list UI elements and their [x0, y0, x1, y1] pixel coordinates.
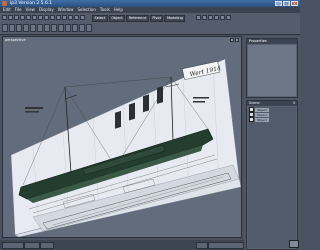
- funnel-3: [143, 94, 149, 113]
- minimize-icon[interactable]: _: [275, 1, 282, 6]
- delete-icon[interactable]: [50, 15, 55, 20]
- object-icon[interactable]: [23, 24, 29, 32]
- split-icon[interactable]: [51, 24, 57, 32]
- status-field-4: [196, 242, 208, 249]
- move-icon[interactable]: [196, 15, 201, 20]
- title-bar: ip3 Version 2.5.6.1 _ □ ×: [0, 0, 300, 7]
- grid-icon[interactable]: [56, 15, 61, 20]
- zoom-icon[interactable]: [214, 15, 219, 20]
- funnel-2: [129, 102, 135, 121]
- render-icon[interactable]: [68, 15, 73, 20]
- scene-item[interactable]: Object: [248, 117, 296, 122]
- bevel-icon[interactable]: [37, 24, 43, 32]
- scale-icon[interactable]: [208, 15, 213, 20]
- status-field-3: [40, 242, 54, 249]
- properties-panel: Properties: [246, 38, 298, 98]
- maximize-icon[interactable]: □: [283, 1, 290, 6]
- extrude-icon[interactable]: [30, 24, 36, 32]
- toolbar-group-file: [2, 15, 85, 20]
- tab-select[interactable]: Select: [92, 15, 108, 22]
- snap-icon[interactable]: [62, 15, 67, 20]
- sidebar-corner-button[interactable]: [289, 240, 299, 248]
- rotate-icon[interactable]: [202, 15, 207, 20]
- material-icon[interactable]: [79, 24, 85, 32]
- uv-icon[interactable]: [72, 24, 78, 32]
- pan-icon[interactable]: [220, 15, 225, 20]
- face-icon[interactable]: [16, 24, 22, 32]
- status-bar: [0, 240, 244, 250]
- scene-panel-header[interactable]: Scene 3: [247, 101, 297, 106]
- redo-icon[interactable]: [26, 15, 31, 20]
- window-title: ip3 Version 2.5.6.1: [10, 1, 53, 6]
- camera-icon[interactable]: [74, 15, 79, 20]
- scene-item-label: Object: [255, 112, 269, 117]
- funnel-1: [115, 110, 121, 129]
- tab-modeling[interactable]: Modeling: [164, 15, 186, 22]
- undo-icon[interactable]: [20, 15, 25, 20]
- window-controls: _ □ ×: [275, 1, 298, 6]
- light-icon[interactable]: [80, 15, 85, 20]
- scene-panel: Scene 3 Object Object Object: [246, 100, 298, 250]
- smooth-icon[interactable]: [65, 24, 71, 32]
- orbit-icon[interactable]: [226, 15, 231, 20]
- edge-icon[interactable]: [9, 24, 15, 32]
- scene-tree: Object Object Object: [248, 107, 296, 248]
- toolbar-row-2: [2, 24, 92, 32]
- close-icon[interactable]: ×: [291, 1, 298, 6]
- scene-panel-title: Scene: [249, 101, 260, 105]
- tab-reference[interactable]: Reference: [126, 15, 149, 22]
- cut-icon[interactable]: [32, 15, 37, 20]
- tab-object[interactable]: Object: [108, 15, 126, 22]
- vertex-icon[interactable]: [2, 24, 8, 32]
- app-icon: [2, 1, 7, 6]
- mirror-icon[interactable]: [58, 24, 64, 32]
- right-sidebar: Properties Scene 3 Object Object Object: [244, 36, 300, 250]
- scene-item-label: Object: [255, 117, 269, 122]
- copy-icon[interactable]: [38, 15, 43, 20]
- save-icon[interactable]: [14, 15, 19, 20]
- viewport-3d[interactable]: perspective Wert 1914: [2, 36, 242, 238]
- ship-blueprint-scene: Wert 1914: [10, 58, 241, 237]
- status-field-1: [2, 242, 24, 249]
- properties-panel-header[interactable]: Properties: [247, 39, 297, 44]
- open-icon[interactable]: [8, 15, 13, 20]
- toolbar: Select Object Reference Pivot Modeling: [0, 13, 300, 35]
- scene-item-label: Object: [255, 107, 269, 112]
- texture-icon[interactable]: [86, 24, 92, 32]
- paste-icon[interactable]: [44, 15, 49, 20]
- scene-panel-count: 3: [292, 101, 295, 105]
- weld-icon[interactable]: [44, 24, 50, 32]
- new-icon[interactable]: [2, 15, 7, 20]
- properties-panel-body: [248, 45, 296, 96]
- fore-yard: [64, 94, 78, 100]
- toolbar-group-view: [196, 15, 231, 20]
- toolbar-tabs: Select Object Reference Pivot Modeling: [92, 15, 186, 22]
- status-field-5: [208, 242, 244, 249]
- status-field-2: [24, 242, 40, 249]
- tab-pivot[interactable]: Pivot: [149, 15, 164, 22]
- visibility-toggle-icon[interactable]: [249, 117, 254, 122]
